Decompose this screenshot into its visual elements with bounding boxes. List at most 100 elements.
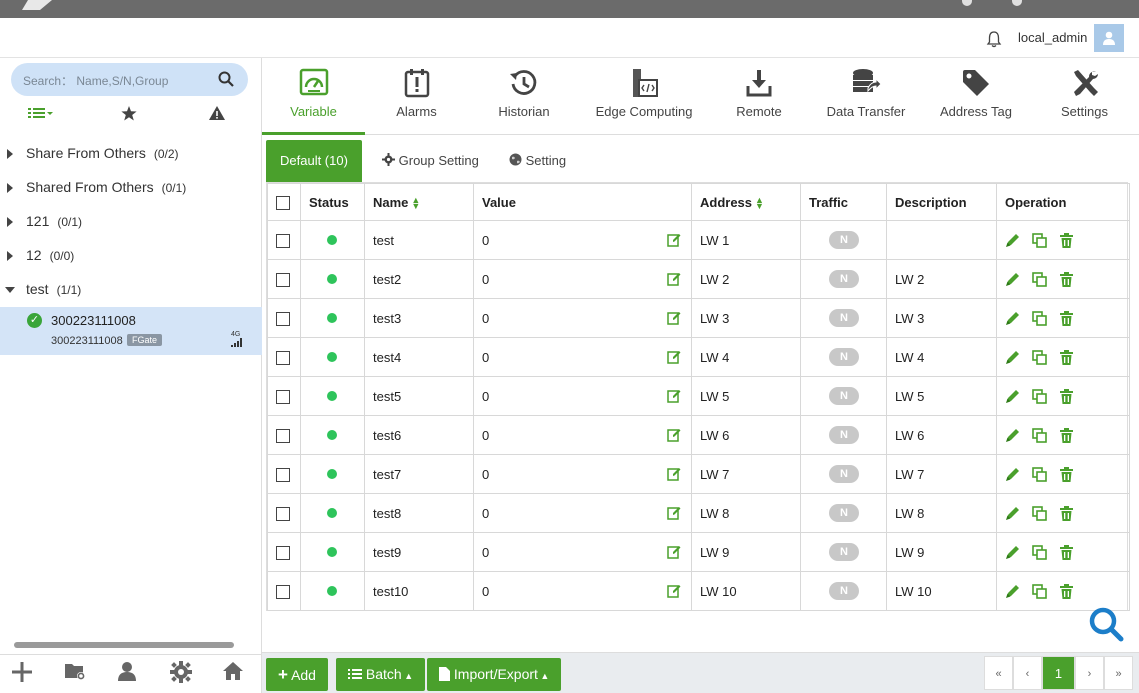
import-export-button[interactable]: Import/Export ▲ (427, 658, 562, 691)
copy-icon[interactable] (1032, 584, 1047, 599)
caret-right-icon[interactable] (7, 149, 13, 159)
delete-icon[interactable] (1059, 272, 1074, 288)
row-checkbox[interactable] (276, 272, 290, 287)
search-box[interactable]: Search： Name,S/N,Group (11, 63, 248, 96)
copy-icon[interactable] (1032, 467, 1047, 482)
edit-icon[interactable] (1005, 272, 1020, 287)
search-icon[interactable] (218, 71, 234, 87)
caret-right-icon[interactable] (7, 251, 13, 261)
nav-historian[interactable]: Historian (468, 58, 580, 135)
tree-node[interactable]: 12 (0/0) (0, 238, 262, 272)
delete-icon[interactable] (1059, 584, 1074, 600)
nav-variable[interactable]: Variable (262, 58, 365, 135)
edit-value-icon[interactable] (667, 389, 681, 403)
search-input[interactable]: Search： Name,S/N,Group (23, 72, 168, 89)
pager-first[interactable]: « (984, 656, 1013, 690)
edit-value-icon[interactable] (667, 584, 681, 598)
delete-icon[interactable] (1059, 506, 1074, 522)
caret-right-icon[interactable] (7, 183, 13, 193)
warning-icon[interactable] (209, 106, 225, 124)
nav-settings[interactable]: Settings (1030, 58, 1139, 135)
gear-icon[interactable] (170, 661, 192, 689)
tree-node[interactable]: test (1/1) (0, 272, 262, 306)
tab-setting[interactable]: Setting (509, 140, 566, 182)
edit-value-icon[interactable] (667, 506, 681, 520)
copy-icon[interactable] (1032, 233, 1047, 248)
plus-icon[interactable] (11, 661, 33, 689)
edit-icon[interactable] (1005, 233, 1020, 248)
copy-icon[interactable] (1032, 506, 1047, 521)
copy-icon[interactable] (1032, 545, 1047, 560)
list-view-icon[interactable] (28, 106, 54, 123)
row-checkbox[interactable] (276, 233, 290, 248)
delete-icon[interactable] (1059, 428, 1074, 444)
username[interactable]: local_admin (1018, 30, 1087, 45)
copy-icon[interactable] (1032, 389, 1047, 404)
edit-value-icon[interactable] (667, 311, 681, 325)
delete-icon[interactable] (1059, 311, 1074, 327)
row-checkbox[interactable] (276, 350, 290, 365)
nav-alarms[interactable]: Alarms (365, 58, 468, 135)
star-icon[interactable] (121, 106, 137, 124)
edit-icon[interactable] (1005, 545, 1020, 560)
edit-value-icon[interactable] (667, 233, 681, 247)
delete-icon[interactable] (1059, 233, 1074, 249)
nav-data-transfer[interactable]: Data Transfer (810, 58, 922, 135)
select-all-checkbox[interactable] (276, 195, 290, 210)
pager-next[interactable]: › (1075, 656, 1104, 690)
col-name[interactable]: Name ▲ ▼ (364, 183, 474, 221)
sidebar-scrollbar[interactable] (14, 642, 234, 648)
pager-prev[interactable]: ‹ (1013, 656, 1042, 690)
nav-remote[interactable]: Remote (708, 58, 810, 135)
edit-icon[interactable] (1005, 311, 1020, 326)
tree-node[interactable]: 121 (0/1) (0, 204, 262, 238)
batch-button[interactable]: Batch ▲ (336, 658, 426, 691)
row-checkbox[interactable] (276, 389, 290, 404)
magnifier-icon[interactable] (1088, 606, 1124, 642)
copy-icon[interactable] (1032, 311, 1047, 326)
delete-icon[interactable] (1059, 389, 1074, 405)
pager-current[interactable]: 1 (1042, 656, 1075, 690)
tree-node[interactable]: Shared From Others (0/1) (0, 170, 262, 204)
row-checkbox[interactable] (276, 428, 290, 443)
nav-edge-computing[interactable]: Edge Computing (580, 58, 708, 135)
edit-icon[interactable] (1005, 584, 1020, 599)
pager-last[interactable]: » (1104, 656, 1133, 690)
tab-group-setting[interactable]: Group Setting (382, 140, 479, 182)
caret-right-icon[interactable] (7, 217, 13, 227)
copy-icon[interactable] (1032, 350, 1047, 365)
row-checkbox[interactable] (276, 467, 290, 482)
sort-icon[interactable]: ▲ ▼ (411, 196, 420, 211)
add-button[interactable]: + Add (266, 658, 328, 691)
tree-node[interactable]: Share From Others (0/2) (0, 136, 262, 170)
edit-icon[interactable] (1005, 506, 1020, 521)
edit-value-icon[interactable] (667, 272, 681, 286)
edit-value-icon[interactable] (667, 350, 681, 364)
bell-icon[interactable] (986, 30, 1002, 48)
home-icon[interactable] (222, 661, 244, 687)
tab-default[interactable]: Default (10) (266, 140, 362, 182)
copy-icon[interactable] (1032, 272, 1047, 287)
row-checkbox[interactable] (276, 506, 290, 521)
edit-value-icon[interactable] (667, 467, 681, 481)
delete-icon[interactable] (1059, 350, 1074, 366)
row-checkbox[interactable] (276, 584, 290, 599)
edit-icon[interactable] (1005, 350, 1020, 365)
row-checkbox[interactable] (276, 311, 290, 326)
caret-down-icon[interactable] (5, 287, 15, 293)
menu-icon[interactable] (1012, 0, 1022, 6)
delete-icon[interactable] (1059, 545, 1074, 561)
folder-settings-icon[interactable] (64, 661, 86, 687)
nav-address-tag[interactable]: Address Tag (922, 58, 1030, 135)
edit-icon[interactable] (1005, 389, 1020, 404)
edit-icon[interactable] (1005, 467, 1020, 482)
sort-icon[interactable]: ▲ ▼ (755, 196, 764, 211)
device-item-selected[interactable]: ✓ 300223111008 300223111008 FGate 4G (0, 307, 262, 355)
avatar[interactable] (1094, 24, 1124, 52)
col-address[interactable]: Address ▲ ▼ (691, 183, 801, 221)
edit-value-icon[interactable] (667, 545, 681, 559)
delete-icon[interactable] (1059, 467, 1074, 483)
row-checkbox[interactable] (276, 545, 290, 560)
edit-icon[interactable] (1005, 428, 1020, 443)
help-icon[interactable] (962, 0, 972, 6)
